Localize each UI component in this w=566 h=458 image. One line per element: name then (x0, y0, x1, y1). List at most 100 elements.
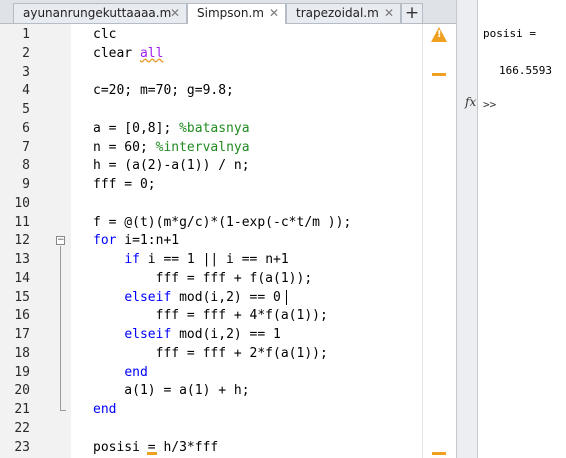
code-line[interactable]: 2 clear all (0, 44, 456, 63)
line-number: 18 (14, 345, 30, 361)
fold-toggle-icon[interactable]: − (56, 236, 65, 245)
code-token: fff = fff + 4*f(a(1)); (93, 308, 328, 324)
output-variable: posisi = (483, 27, 536, 40)
tab-label: Simpson.m (197, 6, 264, 20)
code-line[interactable]: 4 c=20; m=70; g=9.8; (0, 81, 456, 100)
tab-trapezoidal[interactable]: trapezoidal.m ✕ (286, 3, 401, 23)
code-line[interactable]: 12 for i=1:n+1 (0, 231, 456, 250)
close-icon[interactable]: ✕ (269, 4, 279, 23)
line-number: 17 (14, 327, 30, 342)
code-text: if i == 1 || i == n+1 (93, 250, 288, 269)
code-text: fff = fff + f(a(1)); (93, 269, 313, 288)
tab-ayunanrungekuttaaaa[interactable]: ayunanrungekuttaaaa.m ✕ (13, 3, 187, 23)
code-text: c=20; m=70; g=9.8; (93, 81, 234, 100)
code-text: fff = fff + 4*f(a(1)); (93, 306, 328, 325)
code-token: mod(i,2) == 1 (171, 327, 281, 342)
code-text: for i=1:n+1 (93, 231, 179, 250)
code-text: end (93, 400, 116, 419)
code-text: clear all (93, 44, 163, 63)
line-number: 21 (14, 402, 30, 417)
line-number: 8 (22, 158, 30, 174)
line-number: 12 (14, 233, 30, 249)
code-line[interactable]: 13 if i == 1 || i == n+1 (0, 250, 456, 269)
new-tab-button[interactable]: + (401, 3, 423, 23)
string-token: all (139, 45, 164, 61)
comment-token: %intervalnya (155, 139, 250, 155)
close-icon[interactable]: ✕ (384, 4, 394, 23)
code-text: fff = fff + 2*f(a(1)); (93, 344, 328, 363)
code-text: elseif mod(i,2) == 0 (93, 288, 281, 307)
warning-icon[interactable]: ! (431, 27, 447, 42)
line-number: 5 (22, 102, 30, 117)
tab-simpson[interactable]: Simpson.m ✕ (187, 3, 286, 24)
code-token: n = 60; (93, 139, 156, 155)
code-text: f = @(t)(m*g/c)*(1-exp(-c*t/m )); (93, 213, 351, 232)
keyword-token: if (124, 252, 140, 267)
code-line[interactable]: 7 n = 60; %intervalnya (0, 138, 456, 157)
code-line[interactable]: 21 end (0, 400, 456, 419)
code-line[interactable]: 3 (0, 63, 456, 82)
line-number: 19 (14, 364, 30, 380)
tab-label: trapezoidal.m (296, 6, 379, 20)
output-value: 166.5593 (499, 64, 552, 77)
line-number: 20 (14, 383, 30, 399)
keyword-token: end (124, 364, 148, 380)
warning-underline (147, 452, 157, 455)
code-line[interactable]: 5 (0, 100, 456, 119)
code-line[interactable]: 1 clc (0, 25, 456, 44)
code-line[interactable]: 16 fff = fff + 4*f(a(1)); (0, 306, 456, 325)
warning-marker[interactable] (432, 73, 446, 76)
code-line[interactable]: 23 posisi = h/3*fff (0, 438, 456, 457)
line-number: 4 (22, 83, 30, 99)
line-number: 9 (22, 177, 30, 192)
panel-divider[interactable] (456, 0, 478, 458)
line-number: 7 (22, 139, 30, 155)
code-line[interactable]: 9 fff = 0; (0, 175, 456, 194)
line-number: 16 (14, 308, 30, 324)
line-number: 14 (14, 270, 30, 286)
code-line[interactable]: 15 elseif mod(i,2) == 0 (0, 288, 456, 307)
code-line[interactable]: 19 end (0, 363, 456, 382)
code-token: f = @(t)(m*g/c)*(1-exp(-c*t/m )); (93, 214, 352, 230)
line-number: 2 (22, 45, 30, 61)
line-number: 3 (22, 64, 30, 80)
code-text: elseif mod(i,2) == 1 (93, 325, 281, 344)
warning-marker[interactable] (432, 452, 446, 455)
code-token: mod(i,2) == 0 (171, 289, 281, 305)
line-number: 6 (22, 120, 30, 136)
code-line[interactable]: 11 f = @(t)(m*g/c)*(1-exp(-c*t/m )); (0, 213, 456, 232)
keyword-token: elseif (124, 327, 172, 342)
code-text: a = [0,8]; %batasnya (93, 119, 250, 138)
code-text: a(1) = a(1) + h; (93, 381, 249, 400)
text-cursor (286, 290, 287, 305)
keyword-token: elseif (124, 289, 172, 305)
tab-label: ayunanrungekuttaaaa.m (23, 6, 172, 20)
line-number: 23 (14, 439, 30, 455)
keyword-token: for (93, 233, 117, 249)
code-line[interactable]: 22 (0, 419, 456, 438)
code-line[interactable]: 18 fff = fff + 2*f(a(1)); (0, 344, 456, 363)
code-line[interactable]: 20 a(1) = a(1) + h; (0, 381, 456, 400)
code-token: fff = fff + 2*f(a(1)); (93, 345, 328, 361)
code-line[interactable]: 14 fff = fff + f(a(1)); (0, 269, 456, 288)
line-number: 22 (14, 420, 30, 436)
close-icon[interactable]: ✕ (170, 4, 180, 23)
code-line[interactable]: 8 h = (a(2)-a(1)) / n; (0, 156, 456, 175)
code-text: clc (93, 25, 116, 44)
command-prompt[interactable]: >> (483, 98, 496, 111)
line-number: 10 (14, 195, 30, 211)
command-window[interactable]: posisi = 166.5593 fx >> (465, 0, 566, 458)
code-line[interactable]: 10 (0, 194, 456, 213)
warning-glyph: ! (437, 29, 442, 40)
code-text: h = (a(2)-a(1)) / n; (93, 156, 250, 175)
code-line[interactable]: 17 elseif mod(i,2) == 1 (0, 325, 456, 344)
code-text: fff = 0; (93, 175, 156, 194)
code-token: c=20; m=70; g=9.8; (93, 83, 234, 99)
function-browser-icon[interactable]: fx (465, 95, 476, 109)
code-token: clear (93, 45, 140, 61)
code-line[interactable]: 6 a = [0,8]; %batasnya (0, 119, 456, 138)
fold-guide (60, 246, 61, 411)
